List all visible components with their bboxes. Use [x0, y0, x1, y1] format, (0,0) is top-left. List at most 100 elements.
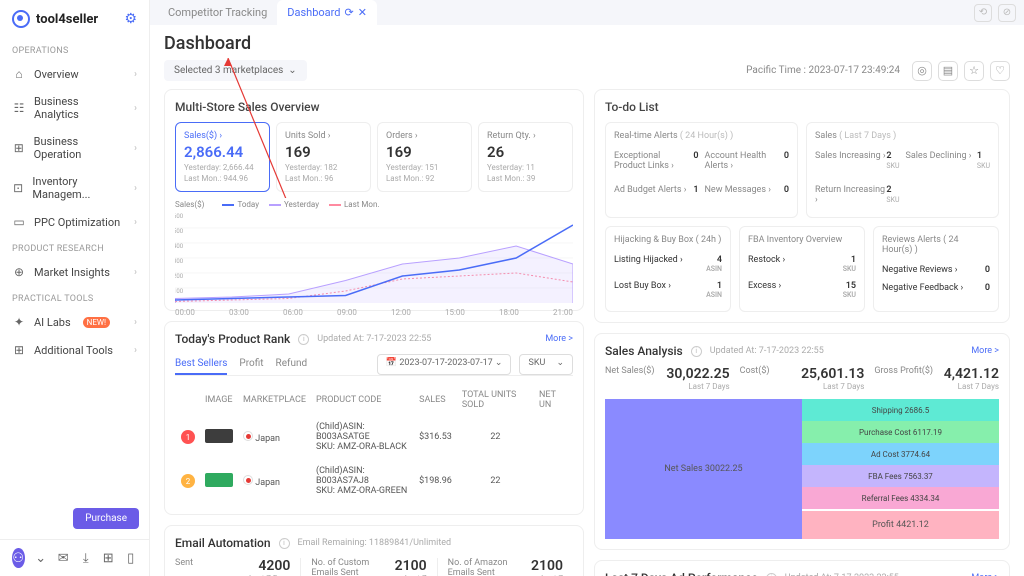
fba-card: FBA Inventory Overview Restock ›1SKUExce… [739, 226, 865, 312]
logo-text: tool4seller [36, 12, 98, 27]
nav-inventory-managem-[interactable]: ⊡Inventory Managem...› [0, 168, 149, 208]
mini-item[interactable]: Negative Feedback ›0 [882, 279, 990, 297]
heart-icon[interactable]: ♡ [990, 61, 1010, 81]
svg-text:100: 100 [175, 288, 184, 295]
rank-table: IMAGEMARKETPLACEPRODUCT CODESALESTOTAL U… [175, 384, 573, 504]
help-icon[interactable]: ◎ [912, 61, 932, 81]
chevron-right-icon: › [134, 143, 137, 154]
legend-item: Today [222, 200, 259, 209]
email-stat: No. of Custom Emails Sent2100Last 7 Days [311, 558, 437, 576]
treemap-profit: Profit 4421.12 [802, 511, 999, 539]
stat-orders[interactable]: Orders ›169Yesterday: 151Last Mon.: 92 [377, 122, 472, 192]
star-icon[interactable]: ☆ [964, 61, 984, 81]
nav-ai-labs[interactable]: ✦AI LabsNEW!› [0, 308, 149, 336]
chevron-right-icon: › [134, 345, 137, 356]
refresh-tab-icon[interactable]: ⟲ [974, 4, 992, 22]
chevron-right-icon: › [134, 183, 137, 194]
treemap-seg: Referral Fees 4334.34 [802, 487, 999, 509]
logo[interactable]: tool4seller ⚙ [0, 0, 149, 38]
todo-title: To-do List [605, 100, 999, 114]
nav-business-analytics[interactable]: ☷Business Analytics› [0, 88, 149, 128]
stat-sales[interactable]: Sales($) ›2,866.44Yesterday: 2,666.44Las… [175, 122, 270, 192]
tabs: Competitor TrackingDashboard⟳✕ ⟲ ⊘ [150, 0, 1024, 25]
date-selector[interactable]: 📅 2023-07-17-2023-07-17 ⌄ [377, 354, 512, 375]
mini-item[interactable]: Negative Reviews ›0 [882, 261, 990, 279]
treemap-seg: Purchase Cost 6117.19 [802, 421, 999, 443]
alert-item[interactable]: Sales Declining ›1SKU [906, 147, 991, 175]
chevron-right-icon: › [134, 217, 137, 228]
marketplace-selector[interactable]: Selected 3 marketplaces ⌄ [164, 60, 307, 81]
rank-more-link[interactable]: More > [545, 334, 573, 344]
nav-business-operation[interactable]: ⊞Business Operation› [0, 128, 149, 168]
alert-item[interactable]: Return Increasing ›2SKU [815, 181, 900, 209]
overview-title: Multi-Store Sales Overview [175, 100, 573, 114]
nav-icon: ▭ [12, 215, 26, 229]
rank-tab-profit[interactable]: Profit [239, 354, 263, 375]
table-row[interactable]: 2 Japan(Child)ASIN: B003AS7AJ8 SKU: AMZ-… [177, 460, 571, 502]
table-row[interactable]: 1 Japan(Child)ASIN: B003ASATGE SKU: AMZ-… [177, 416, 571, 458]
close-icon[interactable]: ✕ [358, 6, 367, 19]
download-icon[interactable]: ⤓ [80, 548, 93, 568]
languages-icon[interactable]: ⊞ [102, 548, 115, 568]
mini-item[interactable]: Listing Hijacked ›4ASIN [614, 251, 722, 277]
alert-item[interactable]: Account Health Alerts ›0 [705, 147, 790, 175]
treemap-seg: Shipping 2686.5 [802, 399, 999, 421]
realtime-alerts: Real-time Alerts ( 24 Hour(s) ) Exceptio… [605, 122, 798, 218]
legend-item: Last Mon. [329, 200, 379, 209]
chevron-down-icon[interactable]: ⌄ [35, 548, 48, 568]
rank-tab-refund[interactable]: Refund [276, 354, 308, 375]
email-stat: No. of Amazon Emails Sent2100Last 7 Days [448, 558, 573, 576]
sku-selector[interactable]: SKU ⌄ [519, 354, 573, 375]
rank-tab-best-sellers[interactable]: Best Sellers [175, 354, 227, 375]
bottom-icons: ⚇ ⌄ ✉ ⤓ ⊞ ▯ [0, 539, 149, 576]
nav-overview[interactable]: ⌂Overview› [0, 60, 149, 88]
info-icon[interactable]: i [279, 538, 290, 549]
avatar-icon[interactable]: ⚇ [12, 548, 25, 568]
rank-updated: Updated At: 7-17-2023 22:55 [317, 334, 431, 344]
nav-additional-tools[interactable]: ⊞Additional Tools› [0, 336, 149, 364]
chevron-right-icon: › [134, 317, 137, 328]
treemap-seg: Ad Cost 3774.64 [802, 443, 999, 465]
refresh-icon[interactable]: ⟳ [345, 6, 354, 19]
info-icon[interactable]: i [298, 334, 309, 345]
mini-item[interactable]: Restock ›1SKU [748, 251, 856, 277]
mini-item[interactable]: Lost Buy Box ›1ASIN [614, 277, 722, 303]
stat-unitssold[interactable]: Units Sold ›169Yesterday: 182Last Mon.: … [276, 122, 371, 192]
purchase-button[interactable]: Purchase [73, 508, 139, 529]
svg-text:500: 500 [175, 228, 184, 235]
rank-card: Today's Product Rank i Updated At: 7-17-… [164, 321, 584, 515]
mobile-icon[interactable]: ▯ [125, 548, 138, 568]
sa-more-link[interactable]: More > [971, 346, 999, 356]
nav-market-insights[interactable]: ⊕Market Insights› [0, 258, 149, 286]
timezone: Pacific Time : 2023-07-17 23:49:24 [746, 65, 900, 76]
sidebar: tool4seller ⚙ OPERATIONS⌂Overview›☷Busin… [0, 0, 150, 576]
new-badge: NEW! [83, 317, 110, 328]
chevron-right-icon: › [134, 267, 137, 278]
mail-icon[interactable]: ✉ [57, 548, 70, 568]
close-all-tab-icon[interactable]: ⊘ [998, 4, 1016, 22]
nav-icon: ⊞ [12, 343, 26, 357]
alert-item[interactable]: Sales Increasing ›2SKU [815, 147, 900, 175]
nav-ppc-optimization[interactable]: ▭PPC Optimization› [0, 208, 149, 236]
hijack-card: Hijacking & Buy Box ( 24h ) Listing Hija… [605, 226, 731, 312]
sa-stat: Cost($)25,601.13Last 7 Days [740, 366, 865, 391]
sa-stat: Gross Profit($)4,421.12Last 7 Days [874, 366, 999, 391]
info-icon[interactable]: i [766, 573, 777, 576]
stat-returnqty[interactable]: Return Qty. ›26Yesterday: 11Last Mon.: 3… [478, 122, 573, 192]
gear-icon[interactable]: ⚙ [124, 11, 137, 27]
info-icon[interactable]: i [691, 346, 702, 357]
chevron-right-icon: › [134, 103, 137, 114]
tab-competitor-tracking[interactable]: Competitor Tracking [158, 0, 277, 25]
sa-title: Sales Analysis [605, 344, 683, 358]
alert-item[interactable]: Exceptional Product Links ›0 [614, 147, 699, 175]
mini-item[interactable]: Excess ›15SKU [748, 277, 856, 303]
chart-ylabel: Sales($) [175, 200, 204, 209]
nav-icon: ⊕ [12, 265, 26, 279]
alert-item[interactable]: Ad Budget Alerts ›1 [614, 181, 699, 199]
tab-dashboard[interactable]: Dashboard⟳✕ [277, 0, 377, 25]
alert-item[interactable]: New Messages ›0 [705, 181, 790, 199]
email-stat: Sent4200Last 7 Days [175, 558, 301, 576]
book-icon[interactable]: ▤ [938, 61, 958, 81]
chevron-right-icon: › [134, 69, 137, 80]
svg-text:400: 400 [175, 243, 184, 250]
